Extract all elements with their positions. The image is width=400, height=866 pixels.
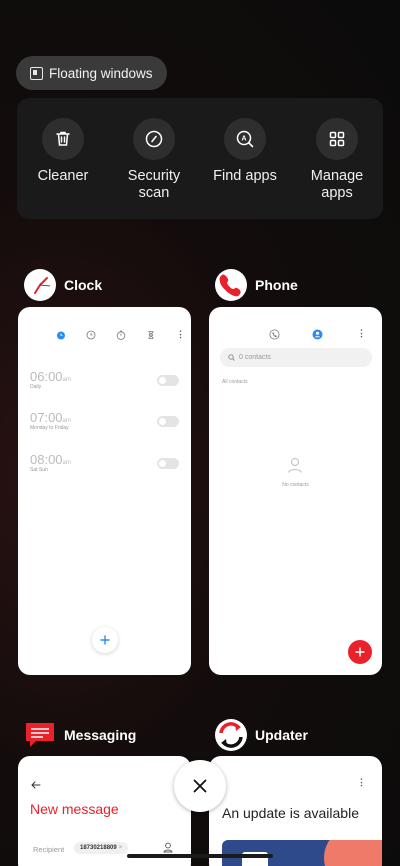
recipient-label: Recipient <box>33 845 65 854</box>
update-available-text: An update is available <box>222 805 359 821</box>
updater-app-card[interactable]: ⋮ An update is available <box>209 756 382 866</box>
plus-icon <box>355 647 365 657</box>
alarm-tab-icon[interactable] <box>56 330 66 340</box>
alarm-toggle[interactable] <box>157 416 179 427</box>
clock-app-icon <box>24 269 56 301</box>
world-clock-tab-icon[interactable] <box>86 330 96 340</box>
stopwatch-tab-icon[interactable] <box>116 330 126 340</box>
alarm-ampm: am <box>62 460 71 466</box>
manage-apps-button[interactable]: Manage apps <box>291 98 383 202</box>
manage-apps-label: Manage apps <box>310 168 364 201</box>
updater-app-header[interactable]: Updater <box>215 719 308 751</box>
phone-tab-bar <box>269 329 323 340</box>
phone-app-name: Phone <box>255 277 298 293</box>
close-all-button[interactable] <box>174 760 226 812</box>
recipient-number: 18730218809 <box>80 845 117 851</box>
update-banner-image <box>222 840 382 866</box>
cleaner-button[interactable]: Cleaner <box>17 98 109 185</box>
alarm-ampm: am <box>62 418 71 424</box>
alarm-repeat: Sat Sun <box>30 467 48 473</box>
find-apps-label: Find apps <box>213 168 277 184</box>
call-log-tab-icon[interactable] <box>269 329 280 340</box>
cleaner-label: Cleaner <box>37 168 89 184</box>
contacts-search-placeholder: 0 contacts <box>239 354 271 361</box>
alarm-time: 06:00 <box>30 369 63 384</box>
timer-tab-icon[interactable] <box>146 330 156 340</box>
alarm-time: 07:00 <box>30 410 63 425</box>
back-arrow-icon[interactable] <box>31 781 41 789</box>
clock-app-header[interactable]: Clock <box>24 269 102 301</box>
remove-recipient-icon[interactable]: × <box>119 845 123 851</box>
shield-check-icon <box>133 118 175 160</box>
add-contact-button[interactable] <box>348 640 372 664</box>
alarm-toggle[interactable] <box>157 458 179 469</box>
more-options-icon[interactable]: ⋮ <box>176 329 185 340</box>
search-apps-icon: A <box>224 118 266 160</box>
new-message-title: New message <box>30 801 119 817</box>
no-contacts-text: No contacts <box>282 482 309 488</box>
clock-app-name: Clock <box>64 277 103 293</box>
alarm-repeat: Monday to Friday <box>30 425 69 431</box>
home-indicator[interactable] <box>127 854 273 858</box>
contacts-section-label: All contacts <box>222 379 248 385</box>
security-scan-button[interactable]: Security scan <box>108 98 200 202</box>
alarm-item[interactable]: 07:00am Monday to Friday <box>30 410 71 431</box>
trash-icon <box>42 118 84 160</box>
alarm-time: 08:00 <box>30 452 63 467</box>
clock-app-card[interactable]: ⋮ 06:00am Daily 07:00am Monday to Friday… <box>18 307 191 675</box>
security-scan-label: Security scan <box>127 168 181 201</box>
alarm-item[interactable]: 08:00am Sat Sun <box>30 452 71 473</box>
quick-tools-panel: Cleaner Security scan A Find apps Manage… <box>17 98 383 219</box>
contacts-search-bar[interactable]: 0 contacts <box>220 348 372 367</box>
floating-windows-label: Floating windows <box>49 65 153 81</box>
close-icon <box>193 779 207 793</box>
plus-icon <box>100 635 110 645</box>
updater-app-name: Updater <box>255 727 308 743</box>
updater-app-icon <box>215 719 247 751</box>
alarm-ampm: am <box>62 377 71 383</box>
floating-windows-button[interactable]: Floating windows <box>16 56 167 90</box>
svg-text:A: A <box>241 136 246 143</box>
messaging-app-card[interactable]: New message Recipient 18730218809 × <box>18 756 191 866</box>
alarm-repeat: Daily <box>30 384 42 390</box>
recipient-chip[interactable]: 18730218809 × <box>74 842 129 854</box>
messaging-app-name: Messaging <box>64 727 137 743</box>
grid-icon <box>316 118 358 160</box>
alarm-item[interactable]: 06:00am Daily <box>30 369 71 390</box>
more-options-icon[interactable]: ⋮ <box>357 328 366 339</box>
search-icon <box>228 354 235 361</box>
contacts-tab-icon[interactable] <box>312 329 323 340</box>
person-icon <box>287 457 303 473</box>
find-apps-button[interactable]: A Find apps <box>199 98 291 185</box>
phone-app-header[interactable]: Phone <box>215 269 298 301</box>
add-contact-icon[interactable] <box>163 842 173 853</box>
clock-tab-bar: ⋮ <box>56 329 185 340</box>
alarm-toggle[interactable] <box>157 375 179 386</box>
phone-app-card[interactable]: ⋮ 0 contacts All contacts No contacts <box>209 307 382 675</box>
add-alarm-button[interactable] <box>92 627 118 653</box>
messaging-app-icon <box>24 719 56 751</box>
messaging-app-header[interactable]: Messaging <box>24 719 136 751</box>
floating-window-icon <box>30 66 43 80</box>
more-options-icon[interactable]: ⋮ <box>357 777 366 788</box>
phone-app-icon <box>215 269 247 301</box>
